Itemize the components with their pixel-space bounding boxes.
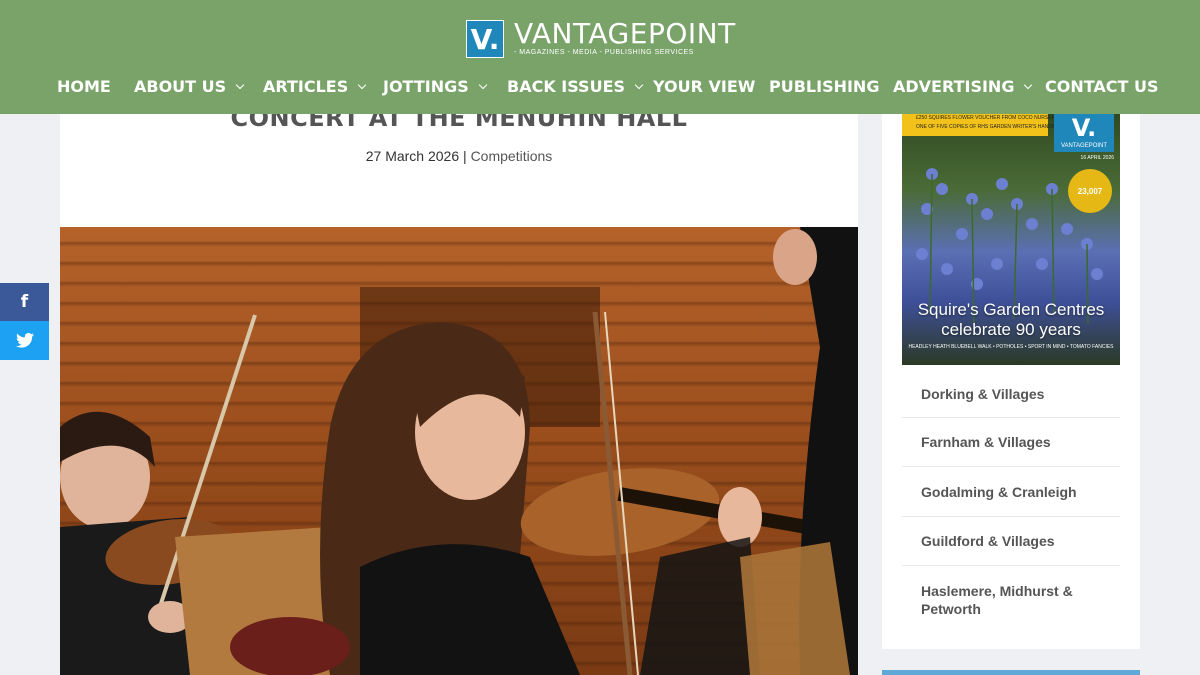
article-card: CONCERT AT THE MENUHIN HALL 27 March 202… bbox=[60, 114, 858, 675]
nav-back-issues[interactable]: BACK ISSUES bbox=[507, 76, 644, 98]
share-facebook-button[interactable]: f bbox=[0, 283, 49, 321]
nav-articles[interactable]: ARTICLES bbox=[263, 76, 367, 98]
edition-links: Dorking & Villages Farnham & Villages Go… bbox=[902, 370, 1120, 634]
edition-link-farnham[interactable]: Farnham & Villages bbox=[902, 418, 1120, 467]
cover-badge: 23,007 bbox=[1068, 169, 1112, 213]
cover-headline-line: Squire's Garden Centres bbox=[917, 300, 1105, 319]
edition-link-haslemere[interactable]: Haslemere, Midhurst & Petworth bbox=[902, 566, 1120, 634]
nav-publishing[interactable]: PUBLISHING bbox=[769, 76, 879, 98]
cover-headline: Squire's Garden Centres celebrate 90 yea… bbox=[902, 300, 1120, 340]
site-logo[interactable]: V. VANTAGEPOINT - MAGAZINES - MEDIA - PU… bbox=[466, 20, 736, 60]
nav-jottings[interactable]: JOTTINGS bbox=[383, 76, 487, 98]
nav-your-view[interactable]: YOUR VIEW bbox=[653, 76, 755, 98]
cover-banner-line: ONE OF FIVE COPIES OF RHS GARDEN WRITER'… bbox=[916, 124, 1079, 130]
logo-mark: V. bbox=[466, 20, 504, 58]
nav-about-us[interactable]: ABOUT US bbox=[134, 76, 245, 98]
nav-home[interactable]: HOME bbox=[57, 76, 111, 98]
featured-image bbox=[60, 227, 858, 675]
post-date: 27 March 2026 bbox=[365, 148, 460, 164]
logo-text: VANTAGEPOINT - MAGAZINES - MEDIA - PUBLI… bbox=[514, 17, 736, 57]
magazine-cover[interactable]: £250 SQUIRES FLOWER VOUCHER FROM COCO NU… bbox=[902, 114, 1120, 365]
post-meta: 27 March 2026 | Competitions bbox=[60, 148, 858, 164]
edition-link-dorking[interactable]: Dorking & Villages bbox=[902, 370, 1120, 418]
chevron-down-icon bbox=[1024, 80, 1033, 90]
cover-banner: £250 SQUIRES FLOWER VOUCHER FROM COCO NU… bbox=[902, 114, 1079, 136]
logo-letter: V. bbox=[470, 23, 500, 56]
cover-logo-name: VANTAGEPOINT bbox=[1060, 143, 1108, 149]
chevron-down-icon bbox=[358, 80, 367, 90]
cover-logo-letter: V. bbox=[1071, 114, 1097, 142]
edition-link-guildford[interactable]: Guildford & Villages bbox=[902, 517, 1120, 566]
cover-banner-line: £250 SQUIRES FLOWER VOUCHER FROM COCO NU… bbox=[916, 115, 1059, 121]
edition-link-godalming[interactable]: Godalming & Cranleigh bbox=[902, 467, 1120, 517]
chevron-down-icon bbox=[634, 80, 644, 90]
cover-issue-date: 16 APRIL 2026 bbox=[1080, 155, 1114, 161]
cover-logo: V. VANTAGEPOINT bbox=[1054, 114, 1114, 152]
nav-advertising[interactable]: ADVERTISING bbox=[893, 76, 1033, 98]
site-header: V. VANTAGEPOINT - MAGAZINES - MEDIA - PU… bbox=[0, 0, 1200, 114]
twitter-icon bbox=[15, 333, 34, 348]
violinist-photo bbox=[60, 227, 858, 675]
brand-name: VANTAGEPOINT bbox=[514, 17, 736, 50]
sidebar: £250 SQUIRES FLOWER VOUCHER FROM COCO NU… bbox=[882, 114, 1140, 649]
nav-contact-us[interactable]: CONTACT US bbox=[1045, 76, 1159, 98]
main-nav: HOME ABOUT US ARTICLES JOTTINGS BACK ISS… bbox=[0, 76, 1200, 98]
brand-tagline: - MAGAZINES - MEDIA - PUBLISHING SERVICE… bbox=[514, 49, 694, 56]
post-category-link[interactable]: Competitions bbox=[471, 148, 553, 164]
post-title: CONCERT AT THE MENUHIN HALL bbox=[230, 114, 688, 132]
share-twitter-button[interactable] bbox=[0, 321, 49, 360]
chevron-down-icon bbox=[235, 80, 245, 90]
facebook-icon: f bbox=[20, 292, 29, 312]
meta-separator: | bbox=[459, 148, 471, 164]
chevron-down-icon bbox=[478, 80, 487, 90]
cover-headline-line: celebrate 90 years bbox=[941, 320, 1081, 339]
sidebar-next-widget bbox=[882, 670, 1140, 675]
cover-strapline: HEADLEY HEATH BLUEBELL WALK • POTHOLES •… bbox=[908, 344, 1114, 350]
